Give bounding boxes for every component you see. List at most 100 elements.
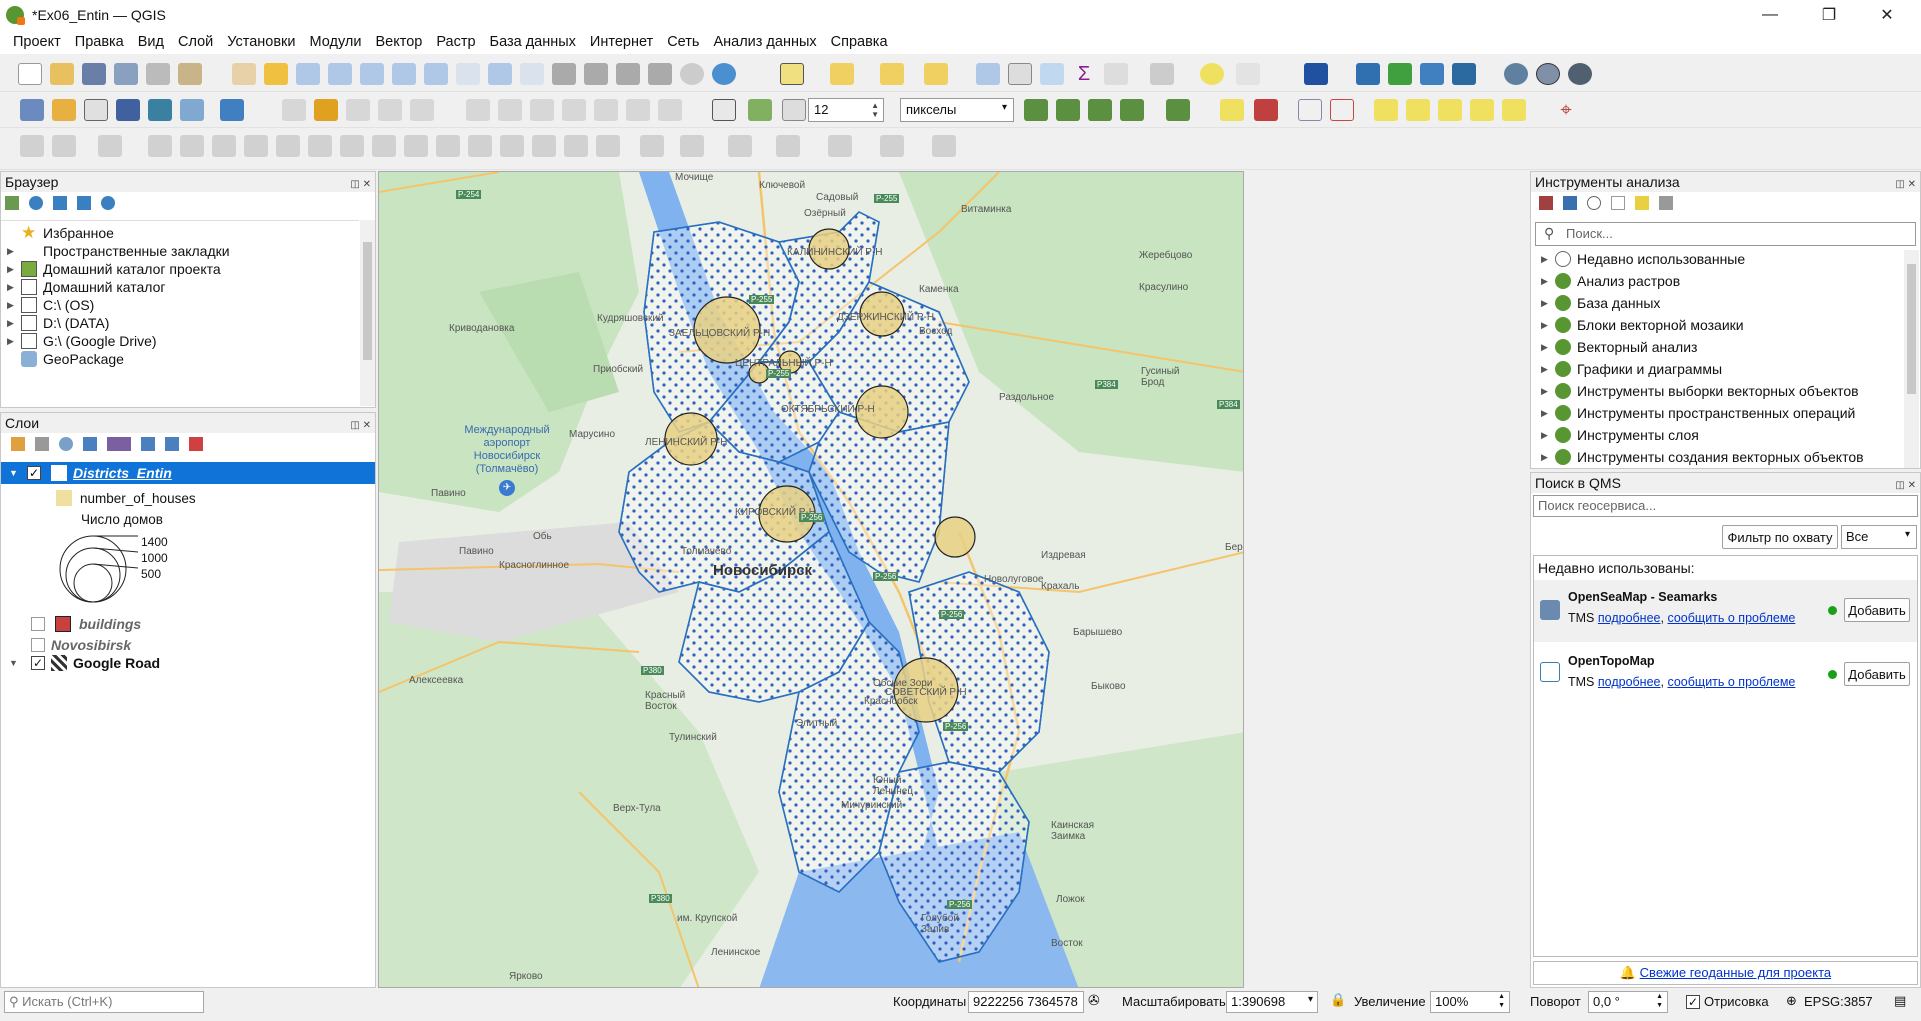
identify-icon[interactable]: [976, 63, 1000, 85]
layer-visibility-checkbox[interactable]: [31, 638, 45, 652]
expand-arrow-icon[interactable]: ▶: [7, 296, 17, 314]
offset-point-icon[interactable]: [680, 135, 704, 157]
zoom-native-icon[interactable]: [456, 63, 480, 85]
locator-search-input[interactable]: ⚲ Искать (Ctrl+K): [4, 991, 204, 1013]
processing-search-input[interactable]: ⚲ Поиск...: [1535, 222, 1916, 246]
snapping-mode-icon[interactable]: [748, 99, 772, 121]
deselect-icon[interactable]: [880, 63, 904, 85]
expression-filter-icon[interactable]: [107, 437, 131, 451]
qms-news-link[interactable]: Свежие геоданные для проекта: [1640, 965, 1831, 980]
advanced-digitize-icon[interactable]: [20, 135, 44, 157]
add-selected-icon[interactable]: [5, 196, 19, 210]
zoom-out-icon[interactable]: [328, 63, 352, 85]
merge-attributes-icon[interactable]: [596, 135, 620, 157]
trim-extend-icon[interactable]: [468, 135, 492, 157]
qms-filter-select[interactable]: Все ▾: [1841, 525, 1917, 549]
save-project-icon[interactable]: [82, 63, 106, 85]
snapping-units-select[interactable]: пикселы ▾: [900, 98, 1014, 122]
panel-close-icon[interactable]: ◫ ✕: [1895, 175, 1916, 195]
spinner-icon[interactable]: ▲ ▼: [1656, 992, 1663, 1010]
add-vector-icon[interactable]: [84, 99, 108, 121]
browser-item-bookmarks[interactable]: ▶ Пространственные закладки: [1, 242, 359, 260]
browser-item-project-home[interactable]: ▶ Домашний каталог проекта: [1, 260, 359, 278]
new-layer-icon[interactable]: [52, 99, 76, 121]
delete-ring-icon[interactable]: [308, 135, 332, 157]
statistics-icon[interactable]: Σ: [1072, 63, 1096, 85]
python-icon[interactable]: [1356, 63, 1380, 85]
expand-arrow-icon[interactable]: ▶: [7, 260, 17, 278]
expand-arrow-icon[interactable]: ▶: [1541, 338, 1551, 356]
qms-search-icon[interactable]: [1536, 63, 1560, 85]
modify-attributes-icon[interactable]: [466, 99, 490, 121]
scripts-icon[interactable]: [1563, 196, 1577, 210]
service-report-link[interactable]: сообщить о проблеме: [1667, 611, 1795, 625]
new-map-view-icon[interactable]: [552, 63, 576, 85]
measure-icon[interactable]: [1150, 63, 1174, 85]
simplify-icon[interactable]: [180, 135, 204, 157]
fill-ring-icon[interactable]: [276, 135, 300, 157]
add-raster-icon[interactable]: [180, 99, 204, 121]
airport-icon[interactable]: ✈: [499, 480, 515, 496]
lock-icon[interactable]: 🔒: [1330, 992, 1346, 1008]
collapse-all-icon[interactable]: [77, 196, 91, 210]
menu-web[interactable]: Интернет: [583, 34, 660, 50]
new-project-icon[interactable]: [18, 63, 42, 85]
menu-settings[interactable]: Установки: [220, 34, 302, 50]
add-feature-icon[interactable]: [378, 99, 402, 121]
mouse-pointer-icon[interactable]: ✇: [1088, 992, 1100, 1009]
add-part-icon[interactable]: [244, 135, 268, 157]
diagram-icon[interactable]: [1254, 99, 1278, 121]
history-icon[interactable]: [1587, 196, 1601, 210]
menu-plugins[interactable]: Модули: [303, 34, 369, 50]
split-features-icon[interactable]: [500, 135, 524, 157]
redo-icon[interactable]: [658, 99, 682, 121]
qms-service-row[interactable]: OpenTopoMap TMS подробнее, сообщить о пр…: [1534, 644, 1917, 706]
open-project-icon[interactable]: [50, 63, 74, 85]
delete-icon[interactable]: [498, 99, 522, 121]
browser-item-g-drive[interactable]: ▶ G:\ (Google Drive): [1, 332, 359, 350]
visibility-icon[interactable]: [59, 437, 73, 451]
print-layout-icon[interactable]: [146, 63, 170, 85]
expand-arrow-icon[interactable]: ▶: [1541, 448, 1551, 466]
bookmark-icon[interactable]: [616, 63, 640, 85]
plugin-hydro-icon[interactable]: [1420, 63, 1444, 85]
menu-processing[interactable]: Анализ данных: [706, 34, 823, 50]
reshape-icon[interactable]: [372, 135, 396, 157]
browser-item-home[interactable]: ▶ Домашний каталог: [1, 278, 359, 296]
layer-row-novosibirsk[interactable]: Novosibirsk: [31, 637, 131, 653]
browser-scrollbar[interactable]: [360, 220, 375, 406]
split-parts-icon[interactable]: [532, 135, 556, 157]
map-svg[interactable]: [379, 172, 1244, 988]
render-checkbox[interactable]: ✓: [1686, 995, 1700, 1009]
expand-arrow-icon[interactable]: ▶: [7, 314, 17, 332]
info-icon[interactable]: [101, 196, 115, 210]
processing-item-graphics[interactable]: ▶ Графики и диаграммы: [1535, 360, 1903, 378]
processing-toolbox-icon[interactable]: [1040, 63, 1064, 85]
processing-item-tiles[interactable]: ▶ Блоки векторной мозаики: [1535, 316, 1903, 334]
zoom-last-icon[interactable]: [488, 63, 512, 85]
results-icon[interactable]: [1611, 196, 1625, 210]
zoom-next-icon[interactable]: [520, 63, 544, 85]
expand-arrow-icon[interactable]: ▶: [1541, 426, 1551, 444]
shape-digitize-icon[interactable]: [776, 135, 800, 157]
layer-row-google-road[interactable]: ▼ ✓ Google Road: [1, 655, 160, 671]
spinner-icon[interactable]: ▲ ▼: [1498, 992, 1505, 1010]
spinner-icon[interactable]: ▲ ▼: [871, 101, 879, 119]
edit-features-icon[interactable]: [1635, 196, 1649, 210]
refresh-icon[interactable]: [712, 63, 736, 85]
pan-to-selection-icon[interactable]: [264, 63, 288, 85]
new-3d-view-icon[interactable]: [584, 63, 608, 85]
tracing-icon[interactable]: [1024, 99, 1048, 121]
qms-service-row[interactable]: OpenSeaMap - Seamarks TMS подробнее, соо…: [1534, 580, 1917, 642]
snapping-tolerance-input[interactable]: 12 ▲ ▼: [808, 98, 884, 122]
messages-icon[interactable]: ▤: [1894, 993, 1906, 1009]
map-tips-icon[interactable]: [1200, 63, 1224, 85]
processing-item-raster[interactable]: ▶ Анализ растров: [1535, 272, 1903, 290]
add-service-button[interactable]: Добавить: [1844, 662, 1910, 686]
panel-close-icon[interactable]: ◫ ✕: [350, 175, 371, 195]
layer-visibility-checkbox[interactable]: ✓: [31, 656, 45, 670]
undo-icon[interactable]: [626, 99, 650, 121]
expand-arrow-icon[interactable]: ▶: [1541, 360, 1551, 378]
save-edits-icon[interactable]: [346, 99, 370, 121]
expand-arrow-icon[interactable]: ▶: [7, 242, 17, 260]
